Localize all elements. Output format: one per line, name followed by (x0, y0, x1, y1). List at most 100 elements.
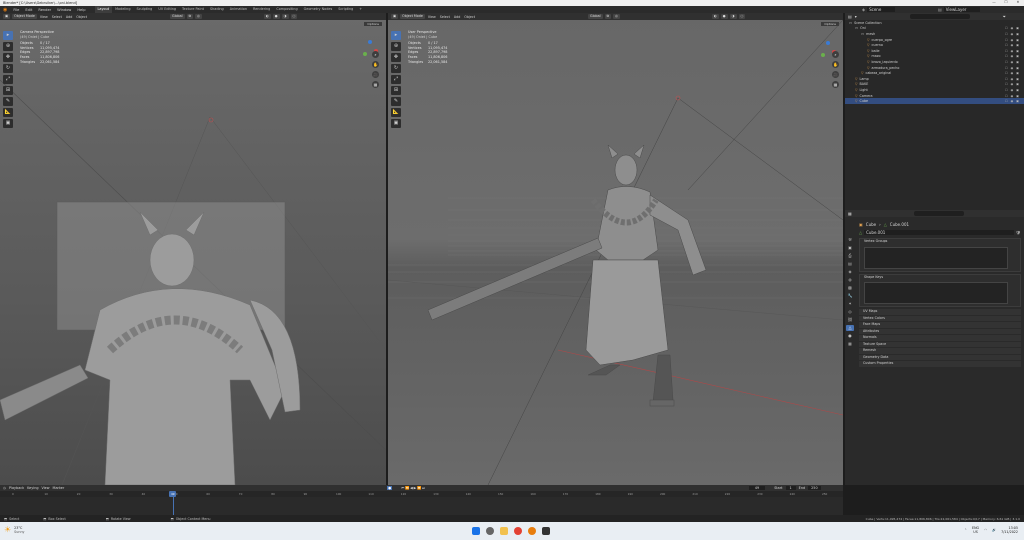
menu-select[interactable]: Select (439, 15, 451, 19)
tab-scripting[interactable]: Scripting (335, 6, 356, 13)
menu-object[interactable]: Object (463, 15, 476, 19)
jump-end-icon[interactable]: ⏭ (422, 486, 426, 490)
tab-compositing[interactable]: Compositing (273, 6, 300, 13)
shading-material-icon[interactable]: ◑ (281, 14, 289, 19)
viewport-right[interactable]: ▣ Object Mode View Select Add Object Glo… (388, 13, 843, 485)
blender-app-icon[interactable] (528, 527, 536, 535)
overlay-icon[interactable]: ◐ (263, 14, 271, 19)
scale-tool-icon[interactable]: ⤢ (391, 75, 401, 84)
pan-icon[interactable]: ✋ (372, 61, 379, 68)
proportional-icon[interactable]: ◎ (612, 14, 620, 19)
visibility-toggle-icon[interactable]: ☐ ◉ ▣ (1005, 66, 1020, 70)
menu-select[interactable]: Select (51, 15, 63, 19)
overlay-icon[interactable]: ◐ (711, 14, 719, 19)
particles-icon[interactable]: ✶ (846, 301, 854, 307)
tab-rendering[interactable]: Rendering (250, 6, 273, 13)
add-cube-tool-icon[interactable]: ▣ (3, 119, 13, 128)
record-icon[interactable]: ● (387, 486, 393, 490)
measure-tool-icon[interactable]: 📐 (3, 108, 13, 117)
gizmo-z-icon[interactable] (826, 41, 830, 45)
visibility-toggle-icon[interactable]: ☐ ◉ ▣ (1005, 38, 1020, 42)
shading-solid-icon[interactable]: ● (272, 14, 280, 19)
menu-object[interactable]: Object (75, 15, 88, 19)
transform-tool-icon[interactable]: ⊞ (391, 86, 401, 95)
editor-type-icon[interactable]: ▣ (3, 14, 11, 19)
visibility-toggle-icon[interactable]: ☐ ◉ ▣ (1005, 43, 1020, 47)
material-icon[interactable]: ● (846, 333, 854, 339)
volume-icon[interactable]: 🔊 (992, 528, 996, 532)
select-tool-icon[interactable]: ▸ (3, 31, 13, 40)
editor-type-icon[interactable]: ▦ (848, 211, 852, 216)
menu-marker[interactable]: Marker (53, 486, 65, 490)
outliner-search-input[interactable] (909, 14, 970, 19)
panel-remesh[interactable]: Remesh (859, 348, 1021, 354)
scene-selector[interactable]: ◈ Scene (862, 7, 896, 12)
constraints-icon[interactable]: ⛓ (846, 317, 854, 323)
snap-icon[interactable]: ⧉ (604, 14, 611, 19)
render-icon[interactable]: ▣ (846, 245, 854, 251)
editor-type-icon[interactable]: ◷ (3, 486, 6, 490)
visibility-toggle-icon[interactable]: ☐ ◉ ▣ (1005, 32, 1020, 36)
view-layer-icon[interactable]: ▤ (846, 261, 854, 267)
outliner-item[interactable]: ▽ Cube ☐ ◉ ▣ (845, 98, 1024, 104)
tray-chevron-icon[interactable]: ⌃ (964, 528, 967, 532)
wifi-icon[interactable]: ◠ (984, 528, 987, 532)
transform-orientation-dropdown[interactable]: Global (588, 14, 603, 19)
filter-funnel-icon[interactable]: ⏷ (1003, 14, 1006, 19)
object-mode-dropdown[interactable]: Object Mode (12, 14, 37, 19)
visibility-toggle-icon[interactable]: ☐ ◉ ▣ (1005, 71, 1020, 75)
current-frame-field[interactable]: 49 (748, 486, 766, 490)
cursor-tool-icon[interactable]: ⊕ (391, 42, 401, 51)
tab-animation[interactable]: Animation (227, 6, 250, 13)
viewport-left[interactable]: ▣ Object Mode View Select Add Object Glo… (0, 13, 386, 485)
snap-icon[interactable]: ⧉ (186, 14, 193, 19)
visibility-toggle-icon[interactable]: ☐ ◉ ▣ (1005, 77, 1020, 81)
visibility-toggle-icon[interactable]: ☐ ◉ ▣ (1005, 88, 1020, 92)
start-frame-field[interactable]: 1 (785, 486, 796, 490)
visibility-toggle-icon[interactable]: ☐ ◉ ▣ (1005, 82, 1020, 86)
region-indicator[interactable]: US (972, 530, 979, 534)
tab-geometry-nodes[interactable]: Geometry Nodes (301, 6, 336, 13)
ortho-toggle-icon[interactable]: ▦ (372, 81, 379, 88)
zoom-icon[interactable]: ⌕ (372, 51, 379, 58)
proportional-icon[interactable]: ◎ (194, 14, 202, 19)
properties-search-input[interactable] (913, 211, 964, 216)
object-mode-dropdown[interactable]: Object Mode (400, 14, 425, 19)
tab-texture-paint[interactable]: Texture Paint (179, 6, 207, 13)
scene-icon[interactable]: ◈ (846, 269, 854, 275)
view-layer-selector[interactable]: ▤ ViewLayer (938, 7, 981, 12)
shading-material-icon[interactable]: ◑ (729, 14, 737, 19)
zoom-icon[interactable]: ⌕ (832, 51, 839, 58)
menu-add[interactable]: Add (453, 15, 461, 19)
visibility-toggle-icon[interactable]: ☐ ◉ ▣ (1005, 54, 1020, 58)
annotate-tool-icon[interactable]: ✎ (391, 97, 401, 106)
ui-list[interactable] (864, 282, 1008, 304)
panel-custom-properties[interactable]: Custom Properties (859, 361, 1021, 367)
visibility-toggle-icon[interactable]: ☐ ◉ ▣ (1005, 99, 1020, 103)
menu-file[interactable]: File (10, 8, 22, 12)
camera-view-icon[interactable]: 🎥 (372, 71, 379, 78)
rotate-tool-icon[interactable]: ↻ (3, 64, 13, 73)
minimize-button[interactable]: — (988, 0, 1000, 4)
camera-view-icon[interactable]: 🎥 (832, 71, 839, 78)
rotate-tool-icon[interactable]: ↻ (391, 64, 401, 73)
transform-orientation-dropdown[interactable]: Global (170, 14, 185, 19)
menu-view[interactable]: View (39, 15, 49, 19)
panel-normals[interactable]: Normals (859, 335, 1021, 341)
fake-user-icon[interactable]: 🛡 (1016, 230, 1021, 235)
tab-sculpting[interactable]: Sculpting (134, 6, 156, 13)
file-explorer-icon[interactable] (500, 527, 508, 535)
add-workspace-button[interactable]: + (356, 6, 365, 13)
panel-texture-space[interactable]: Texture Space (859, 341, 1021, 347)
panel-attributes[interactable]: Attributes (859, 328, 1021, 334)
scale-tool-icon[interactable]: ⤢ (3, 75, 13, 84)
physics-icon[interactable]: ◎ (846, 309, 854, 315)
filter-icon[interactable]: ▾ (855, 14, 857, 19)
panel-header[interactable]: Vertex Groups (860, 239, 1020, 245)
shading-rendered-icon[interactable]: ○ (290, 14, 298, 19)
panel-header[interactable]: Shape Keys (860, 275, 1020, 281)
close-button[interactable]: ✕ (1012, 0, 1024, 4)
visibility-toggle-icon[interactable]: ☐ ◉ ▣ (1005, 49, 1020, 53)
annotate-tool-icon[interactable]: ✎ (3, 97, 13, 106)
transform-tool-icon[interactable]: ⊞ (3, 86, 13, 95)
